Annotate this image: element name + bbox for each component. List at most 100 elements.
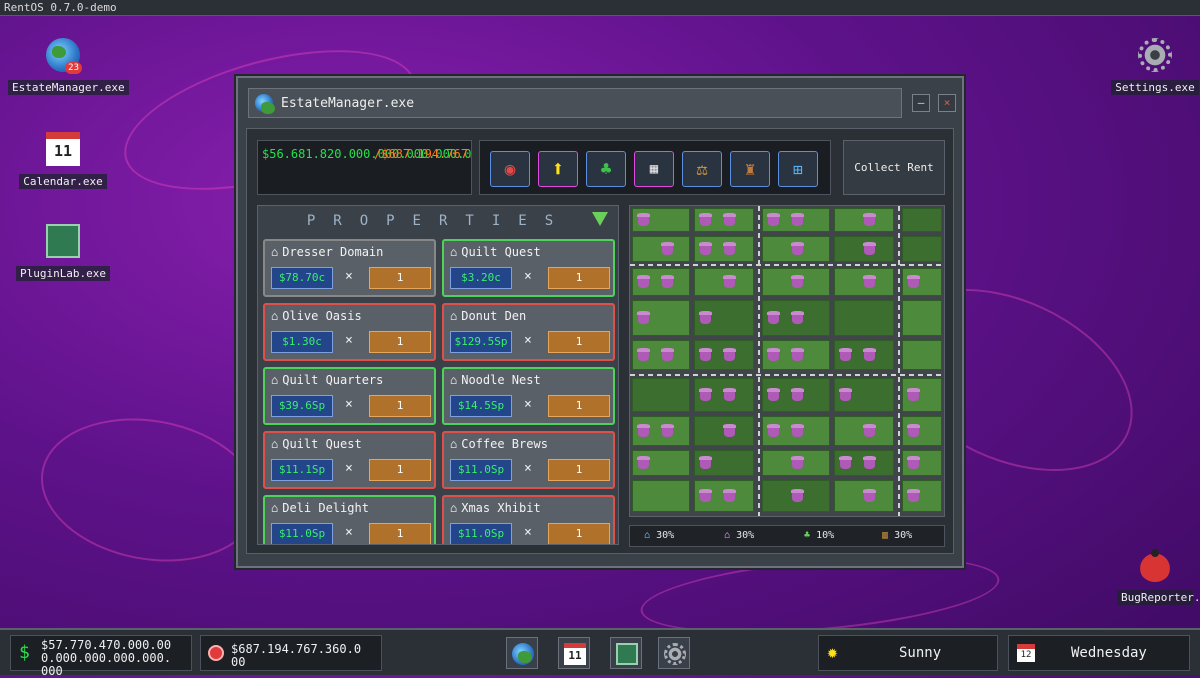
cupcake-icon — [863, 348, 876, 361]
calendar-icon: 12 — [1017, 644, 1035, 662]
tool-calculator-button[interactable]: ⊞ — [778, 151, 818, 187]
cupcake-icon — [791, 348, 804, 361]
multiply-sign: × — [524, 461, 532, 476]
cupcake-icon — [791, 424, 804, 437]
toolbar: ◉ ⬆ ♣ ▦ ⚖ ♜ ⊞ — [479, 140, 831, 195]
property-card[interactable]: Quilt Quarters $39.6Sp × 1 — [263, 367, 436, 425]
cupcake-icon — [699, 348, 712, 361]
property-price: $39.6Sp — [271, 395, 333, 417]
dollar-icon: $ — [19, 642, 30, 663]
legend-item-house: ⌂ 30% — [644, 530, 674, 541]
notification-badge: 23 — [65, 62, 82, 74]
property-card[interactable]: Quilt Quest $11.1Sp × 1 — [263, 431, 436, 489]
property-quantity[interactable]: 1 — [369, 459, 431, 481]
property-name: Xmas Xhibit — [450, 501, 540, 515]
taskbar-debt: $687.194.767.360.0 00 — [200, 635, 382, 671]
map-lot[interactable] — [632, 480, 690, 512]
window-title-bar[interactable]: EstateManager.exe — [248, 88, 902, 118]
weather-text: Sunny — [899, 645, 942, 661]
desktop-icon-pluginlab[interactable]: PluginLab.exe — [8, 224, 118, 281]
property-card[interactable]: Quilt Quest $3.20c × 1 — [442, 239, 615, 297]
cupcake-icon — [661, 275, 674, 288]
day-widget: 12 Wednesday — [1008, 635, 1190, 671]
taskbar-app-calendar[interactable]: 11 — [558, 637, 590, 669]
taskbar-balance-value: $57.770.470.000.00 0.000.000.000.000. 00… — [41, 639, 171, 678]
property-card[interactable]: Donut Den $129.5Sp × 1 — [442, 303, 615, 361]
cupcake-icon — [863, 242, 876, 255]
property-card[interactable]: Noodle Nest $14.5Sp × 1 — [442, 367, 615, 425]
property-quantity[interactable]: 1 — [548, 331, 610, 353]
cupcake-icon — [661, 242, 674, 255]
taskbar-app-estatemanager[interactable] — [506, 637, 538, 669]
filter-icon[interactable] — [592, 212, 608, 226]
property-price: $11.0Sp — [450, 459, 512, 481]
money-display: $56.681.820.000.000.000.000.000.000.000.… — [257, 140, 472, 195]
desktop-icon-settings[interactable]: Settings.exe — [1100, 38, 1200, 95]
cupcake-icon — [637, 348, 650, 361]
property-price: $1.30c — [271, 331, 333, 353]
tool-mouth-button[interactable]: ◉ — [490, 151, 530, 187]
property-card[interactable]: Xmas Xhibit $11.0Sp × 1 — [442, 495, 615, 544]
property-card[interactable]: Coffee Brews $11.0Sp × 1 — [442, 431, 615, 489]
background-swirl — [29, 401, 271, 579]
scales-icon: ⚖ — [696, 158, 708, 180]
property-quantity[interactable]: 1 — [548, 523, 610, 544]
estate-manager-window: EstateManager.exe – × $56.681.820.000.00… — [236, 76, 964, 568]
cupcake-icon — [661, 348, 674, 361]
debt-line: $687.194.767.360.0 — [231, 642, 362, 656]
cupcake-icon — [699, 388, 712, 401]
property-quantity[interactable]: 1 — [369, 523, 431, 544]
tool-scales-button[interactable]: ⚖ — [682, 151, 722, 187]
tool-auction-button[interactable]: ♜ — [730, 151, 770, 187]
taskbar-app-settings[interactable] — [658, 637, 690, 669]
legend-item-factory: ▥ 30% — [882, 530, 912, 541]
property-quantity[interactable]: 1 — [369, 331, 431, 353]
map-lot[interactable] — [902, 340, 942, 370]
tool-upgrade-button[interactable]: ⬆ — [538, 151, 578, 187]
map-lot[interactable] — [902, 236, 942, 262]
property-card[interactable]: Dresser Domain $78.70c × 1 — [263, 239, 436, 297]
cupcake-icon — [907, 489, 920, 502]
map-lot[interactable] — [902, 208, 942, 232]
desktop-icon-bugreporter[interactable]: BugReporter.exe — [1100, 548, 1200, 605]
road — [898, 206, 900, 516]
minimize-button[interactable]: – — [912, 94, 930, 112]
desktop-icon-estatemanager[interactable]: 23 EstateManager.exe — [8, 38, 129, 95]
plugin-icon — [616, 643, 638, 665]
map-lot[interactable] — [632, 378, 690, 412]
cupcake-icon — [699, 213, 712, 226]
stock-chart-icon: ▦ — [649, 161, 659, 177]
collect-rent-button[interactable]: Collect Rent — [843, 140, 945, 195]
multiply-sign: × — [524, 333, 532, 348]
map-lot[interactable] — [834, 300, 894, 336]
house-icon: ⌂ — [644, 530, 651, 541]
property-quantity[interactable]: 1 — [369, 395, 431, 417]
property-card[interactable]: Deli Delight $11.0Sp × 1 — [263, 495, 436, 544]
target-icon — [208, 645, 224, 661]
globe-icon — [255, 94, 275, 114]
window-title: EstateManager.exe — [281, 95, 415, 111]
property-card[interactable]: Olive Oasis $1.30c × 1 — [263, 303, 436, 361]
cupcake-icon — [699, 456, 712, 469]
property-quantity[interactable]: 1 — [548, 459, 610, 481]
cupcake-icon — [863, 213, 876, 226]
property-quantity[interactable]: 1 — [548, 395, 610, 417]
close-button[interactable]: × — [938, 94, 956, 112]
tool-clover-button[interactable]: ♣ — [586, 151, 626, 187]
cupcake-icon — [863, 424, 876, 437]
property-quantity[interactable]: 1 — [369, 267, 431, 289]
cupcake-icon — [791, 311, 804, 324]
plant-icon: ♣ — [804, 530, 811, 541]
clover-icon: ♣ — [600, 158, 612, 180]
map-lot[interactable] — [902, 300, 942, 336]
city-map[interactable] — [629, 205, 945, 517]
map-lot[interactable] — [632, 236, 690, 262]
property-quantity[interactable]: 1 — [548, 267, 610, 289]
cupcake-icon — [839, 388, 852, 401]
taskbar-app-pluginlab[interactable] — [610, 637, 642, 669]
desktop-icon-label: BugReporter.exe — [1117, 590, 1200, 605]
tool-stocks-button[interactable]: ▦ — [634, 151, 674, 187]
desktop-icon-calendar[interactable]: 11 Calendar.exe — [8, 132, 118, 189]
multiply-sign: × — [524, 269, 532, 284]
bug-icon — [1138, 548, 1172, 582]
